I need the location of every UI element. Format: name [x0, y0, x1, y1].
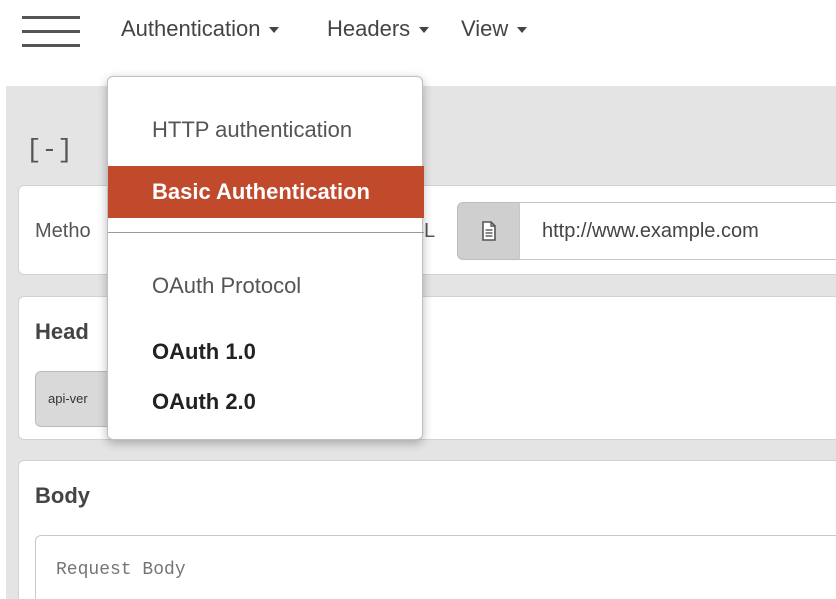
headers-panel-title: Head: [35, 319, 89, 344]
authentication-dropdown-menu: HTTP authentication Basic Authentication…: [107, 76, 424, 440]
menu-item-basic-authentication[interactable]: Basic Authentication: [108, 166, 424, 218]
menu-item-oauth-2[interactable]: OAuth 2.0: [108, 389, 424, 415]
method-label: Metho: [35, 220, 91, 242]
nav-headers-menu[interactable]: Headers: [327, 16, 430, 42]
nav-authentication-menu[interactable]: Authentication: [121, 16, 280, 42]
hamburger-line: [22, 16, 80, 19]
menu-divider: [108, 232, 424, 233]
nav-view-label: View: [461, 16, 509, 41]
menu-header-oauth: OAuth Protocol: [152, 273, 302, 298]
top-nav-bar: Authentication Headers View: [0, 0, 836, 80]
menu-item-oauth-1[interactable]: OAuth 1.0: [108, 339, 424, 365]
body-panel-title: Body: [35, 483, 90, 508]
menu-header-http: HTTP authentication: [152, 117, 353, 142]
url-input[interactable]: [519, 202, 836, 260]
body-panel: Body: [18, 460, 836, 599]
nav-view-menu[interactable]: View: [461, 16, 528, 42]
nav-headers-label: Headers: [327, 16, 411, 41]
url-input-group: [457, 202, 836, 260]
caret-down-icon: [269, 27, 280, 33]
url-label-fragment: L: [424, 220, 436, 242]
hamburger-icon[interactable]: [22, 14, 82, 48]
collapse-toggle[interactable]: [-]: [26, 135, 73, 165]
hamburger-line: [22, 44, 80, 47]
hamburger-line: [22, 30, 80, 33]
nav-authentication-label: Authentication: [121, 16, 261, 41]
caret-down-icon: [419, 27, 430, 33]
document-icon-graphic: [481, 221, 496, 241]
caret-down-icon: [517, 27, 528, 33]
request-body-textarea[interactable]: [35, 535, 836, 599]
document-icon[interactable]: [457, 202, 519, 260]
